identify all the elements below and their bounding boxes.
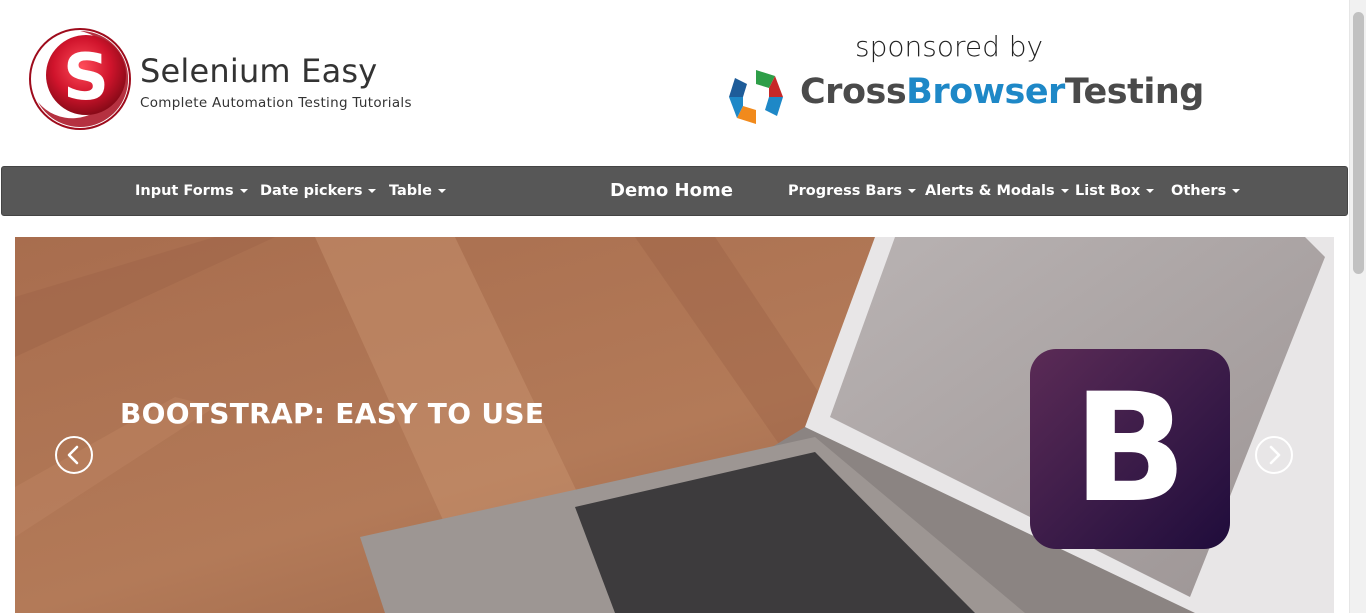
nav-others[interactable]: Others — [1171, 167, 1241, 215]
caret-down-icon — [1232, 189, 1241, 193]
nav-list-box-label: List Box — [1075, 183, 1141, 199]
caret-down-icon — [908, 189, 917, 193]
nav-table-label: Table — [389, 183, 432, 199]
nav-progress-bars[interactable]: Progress Bars — [788, 167, 917, 215]
caret-down-icon — [368, 189, 377, 193]
bootstrap-logo: B — [1030, 349, 1230, 549]
nav-demo-home[interactable]: Demo Home — [610, 167, 733, 215]
caret-down-icon — [1060, 189, 1069, 193]
sponsor-name[interactable]: CrossBrowserTesting — [800, 72, 1204, 112]
caret-down-icon — [438, 189, 446, 193]
chevron-right-icon — [1269, 445, 1281, 465]
nav-date-pickers-label: Date pickers — [260, 183, 363, 199]
sponsor-label: sponsored by — [855, 30, 1044, 63]
nav-table[interactable]: Table — [389, 167, 446, 215]
nav-list-box[interactable]: List Box — [1075, 167, 1155, 215]
carousel-caption: BOOTSTRAP: EASY TO USE — [120, 397, 545, 430]
site-title: Selenium Easy — [140, 52, 378, 90]
nav-input-forms[interactable]: Input Forms — [135, 167, 248, 215]
caret-down-icon — [1146, 189, 1155, 193]
nav-alerts-modals[interactable]: Alerts & Modals — [925, 167, 1069, 215]
nav-others-label: Others — [1171, 183, 1227, 199]
sponsor-name-part1: Cross — [800, 72, 907, 112]
nav-alerts-modals-label: Alerts & Modals — [925, 183, 1055, 199]
site-subtitle: Complete Automation Testing Tutorials — [140, 95, 412, 111]
main-navbar: Input Forms Date pickers Table Demo Home… — [1, 166, 1348, 216]
nav-date-pickers[interactable]: Date pickers — [260, 167, 377, 215]
carousel-next-button[interactable] — [1255, 436, 1293, 474]
hero-carousel: BOOTSTRAP: EASY TO USE B — [15, 237, 1334, 613]
crossbrowsertesting-logo-icon[interactable] — [725, 66, 787, 128]
sponsor-name-part3: Testing — [1064, 72, 1205, 112]
carousel-prev-button[interactable] — [55, 436, 93, 474]
sponsor-name-part2: Browser — [906, 72, 1065, 112]
site-header: S Selenium Easy Complete Automation Test… — [0, 0, 1349, 165]
page-scrollbar[interactable] — [1349, 0, 1366, 613]
selenium-easy-logo[interactable]: S — [28, 27, 132, 131]
bootstrap-logo-letter: B — [1072, 362, 1188, 536]
logo-letter: S — [63, 41, 109, 115]
scrollbar-thumb[interactable] — [1353, 12, 1364, 274]
caret-down-icon — [239, 189, 248, 193]
chevron-left-icon — [67, 445, 79, 465]
nav-input-forms-label: Input Forms — [135, 183, 234, 199]
nav-progress-bars-label: Progress Bars — [788, 183, 903, 199]
